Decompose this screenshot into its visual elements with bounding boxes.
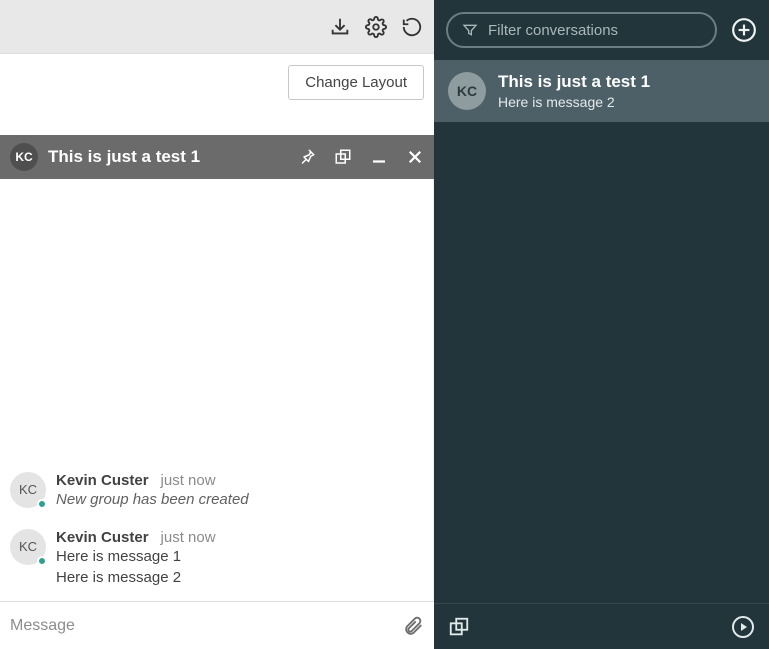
download-icon[interactable]	[328, 15, 352, 39]
minimize-icon[interactable]	[370, 148, 388, 166]
gear-icon[interactable]	[364, 15, 388, 39]
message-time: just now	[161, 472, 216, 489]
message-line: New group has been created	[56, 489, 423, 511]
top-toolbar	[0, 0, 434, 54]
filter-row	[434, 0, 769, 60]
new-conversation-icon[interactable]	[731, 17, 757, 43]
presence-indicator	[37, 499, 47, 509]
message-line: Here is message 1	[56, 546, 423, 568]
filter-box[interactable]	[446, 12, 717, 48]
message-line: Here is message 2	[56, 567, 423, 589]
windows-icon[interactable]	[448, 616, 470, 638]
refresh-icon[interactable]	[400, 15, 424, 39]
conversation-item[interactable]: KC This is just a test 1 Here is message 2	[434, 60, 769, 122]
conversation-sidebar: KC This is just a test 1 Here is message 2	[434, 0, 769, 649]
conversation-preview: Here is message 2	[498, 94, 650, 110]
conversation-title: This is just a test 1	[498, 72, 650, 92]
sidebar-footer	[434, 603, 769, 649]
message-input[interactable]	[10, 617, 394, 635]
chat-window-title: This is just a test 1	[48, 147, 288, 167]
change-layout-button[interactable]: Change Layout	[288, 65, 424, 100]
conversation-list: KC This is just a test 1 Here is message 2	[434, 60, 769, 603]
chat-message: KCKevin Custerjust nowNew group has been…	[10, 472, 423, 511]
message-time: just now	[161, 529, 216, 546]
message-author: Kevin Custer	[56, 472, 149, 489]
main-pane: Change Layout KC This is just a test 1	[0, 0, 434, 649]
message-author: Kevin Custer	[56, 529, 149, 546]
conversation-avatar: KC	[448, 72, 486, 110]
chat-window-header: KC This is just a test 1	[0, 135, 434, 179]
filter-input[interactable]	[488, 22, 701, 39]
layout-controls: Change Layout	[0, 54, 434, 110]
play-icon[interactable]	[731, 615, 755, 639]
close-icon[interactable]	[406, 148, 424, 166]
attachment-icon[interactable]	[402, 615, 424, 637]
pin-icon[interactable]	[298, 148, 316, 166]
chat-message-list: KCKevin Custerjust nowNew group has been…	[0, 179, 434, 601]
chat-message: KCKevin Custerjust nowHere is message 1H…	[10, 529, 423, 590]
message-composer	[0, 601, 434, 649]
presence-indicator	[37, 556, 47, 566]
chat-header-avatar: KC	[10, 143, 38, 171]
filter-icon	[462, 22, 478, 38]
popout-icon[interactable]	[334, 148, 352, 166]
spacer	[0, 110, 434, 135]
